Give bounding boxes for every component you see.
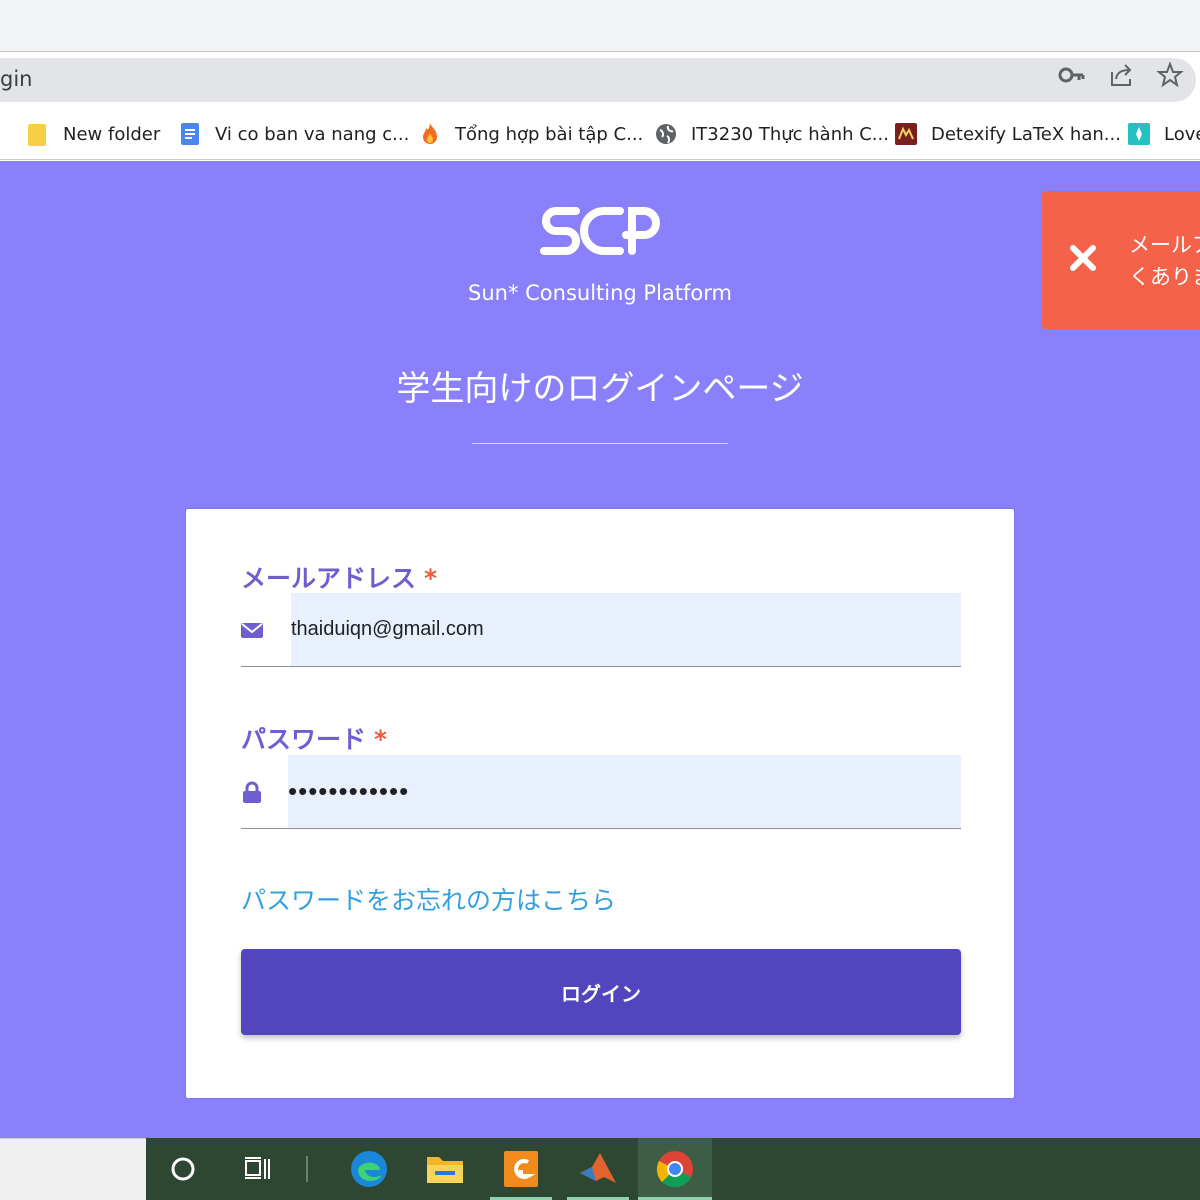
- flame-icon: [423, 123, 437, 144]
- envelope-icon: [241, 623, 263, 638]
- folder-icon: [28, 124, 46, 146]
- scp-logo: [540, 207, 660, 255]
- cortana-button[interactable]: [152, 1138, 214, 1200]
- bookmark-label: New folder: [63, 123, 161, 145]
- bookmark-detexify[interactable]: Detexify LaTeX han...: [894, 118, 1121, 150]
- password-input[interactable]: [288, 755, 961, 828]
- close-icon[interactable]: [1068, 243, 1098, 273]
- bookmark-tong-hop[interactable]: Tổng hợp bài tập C...: [418, 118, 643, 150]
- platform-subtitle: Sun* Consulting Platform: [468, 281, 732, 305]
- bookmark-new-folder[interactable]: New folder: [26, 118, 160, 150]
- toast-line-1: メールア: [1129, 233, 1200, 257]
- edge-icon: [351, 1151, 387, 1187]
- chrome-button[interactable]: [638, 1138, 712, 1200]
- email-label: メールアドレス *: [241, 559, 437, 595]
- task-view-icon: [245, 1157, 270, 1179]
- error-toast: メールア くありま: [1042, 191, 1200, 329]
- share-icon[interactable]: [1106, 60, 1136, 90]
- bookmark-label: Tổng hợp bài tập C...: [455, 123, 644, 145]
- required-mark: *: [424, 564, 438, 593]
- password-label-text: パスワード: [241, 725, 367, 754]
- required-mark: *: [374, 725, 388, 754]
- bookmark-label: IT3230 Thực hành C...: [691, 123, 889, 145]
- login-card: メールアドレス* パスワード* パスワードをお忘れの方はこちら ログイン: [185, 508, 1015, 1099]
- browser-toolbar: gin: [0, 52, 1200, 110]
- address-text: gin: [0, 67, 33, 91]
- task-view-button[interactable]: [226, 1138, 288, 1200]
- login-button[interactable]: ログイン: [241, 949, 961, 1035]
- foxit-pdf-button[interactable]: [490, 1138, 552, 1200]
- matlab-button[interactable]: [567, 1138, 629, 1200]
- toast-message: メールア くありま: [1129, 229, 1200, 293]
- bookmark-label: Detexify LaTeX han...: [931, 123, 1121, 145]
- page-title: 学生向けのログインページ: [396, 369, 804, 409]
- bookmark-label: Love: [1164, 123, 1200, 145]
- bookmark-it3230[interactable]: IT3230 Thực hành C...: [654, 118, 889, 150]
- bookmark-love[interactable]: Love: [1127, 118, 1200, 150]
- address-bar[interactable]: gin: [0, 58, 1196, 102]
- forgot-password-link[interactable]: パスワードをお忘れの方はこちら: [241, 881, 616, 917]
- cortana-icon: [171, 1157, 195, 1181]
- app-icon: [1128, 123, 1150, 145]
- matlab-icon: [580, 1153, 616, 1183]
- email-field: [241, 593, 961, 667]
- globe-icon: [656, 124, 676, 144]
- foxit-pdf-icon: [504, 1151, 538, 1187]
- file-explorer-icon: [427, 1157, 463, 1183]
- edge-button[interactable]: [338, 1138, 400, 1200]
- bookmark-label: Vi co ban va nang c...: [215, 123, 410, 145]
- detexify-icon: [895, 123, 917, 145]
- bookmark-docs[interactable]: Vi co ban va nang c...: [178, 118, 409, 150]
- taskbar: [146, 1138, 1200, 1200]
- taskbar-separator: [306, 1156, 308, 1182]
- password-label: パスワード *: [241, 720, 387, 756]
- password-field: [241, 755, 961, 829]
- bookmarks-bar: New folder Vi co ban va nang c... Tổng h…: [0, 110, 1200, 160]
- title-divider: [472, 443, 728, 444]
- toast-line-2: くありま: [1129, 265, 1200, 289]
- file-explorer-button[interactable]: [414, 1138, 476, 1200]
- browser-tab-strip: [0, 0, 1200, 52]
- star-icon[interactable]: [1155, 60, 1185, 90]
- login-page: Sun* Consulting Platform 学生向けのログインページ メー…: [0, 161, 1200, 1138]
- docs-icon: [181, 123, 199, 145]
- key-icon[interactable]: [1057, 60, 1087, 90]
- email-label-text: メールアドレス: [241, 564, 417, 593]
- email-input[interactable]: [291, 593, 961, 666]
- taskbar-search-area[interactable]: [0, 1138, 146, 1200]
- chrome-icon: [656, 1151, 693, 1188]
- lock-icon: [243, 781, 261, 803]
